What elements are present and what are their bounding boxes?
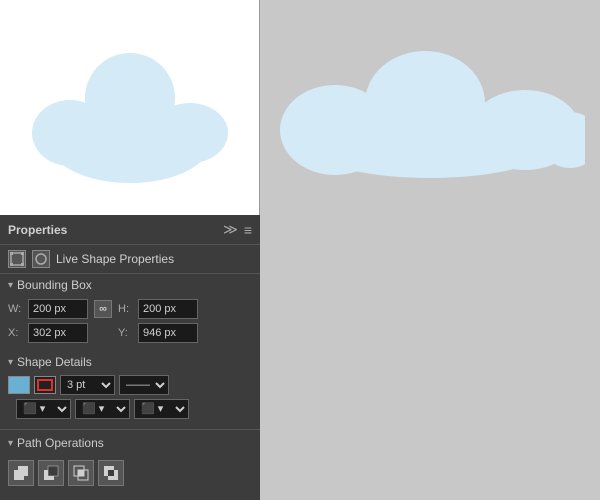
stroke-inner: [37, 379, 53, 391]
x-input[interactable]: [28, 323, 88, 343]
align-row: ⬛ ▾ ⬛ ▾ ⬛ ▾: [8, 399, 252, 423]
panel-title: Properties: [8, 223, 67, 237]
y-label: Y:: [118, 327, 132, 339]
stroke-weight-select[interactable]: 3 pt: [60, 375, 115, 395]
path-operations-label: Path Operations: [17, 436, 104, 450]
canvas-left: [0, 0, 260, 215]
shape-mode-icon[interactable]: [32, 250, 50, 268]
link-wh-icon[interactable]: ∞: [94, 300, 112, 318]
h-input[interactable]: [138, 299, 198, 319]
live-shape-label: Live Shape Properties: [56, 252, 174, 266]
shape-details-arrow: ▾: [8, 357, 13, 368]
stroke-color-swatch[interactable]: [34, 376, 56, 394]
xy-row: X: Y:: [8, 323, 252, 343]
path-ops-buttons: [8, 457, 252, 489]
stroke-type-select[interactable]: —————: [119, 375, 169, 395]
h-label: H:: [118, 303, 132, 315]
cloud-left: [30, 28, 230, 188]
path-operations-section: [0, 454, 260, 492]
align-select-2[interactable]: ⬛ ▾: [75, 399, 130, 419]
wh-row: W: ∞ H:: [8, 299, 252, 319]
bounding-box-label: Bounding Box: [17, 278, 92, 292]
bounding-box-arrow: ▾: [8, 280, 13, 291]
panel-header-icons: ≫ ≡: [223, 221, 252, 238]
path-subtract-button[interactable]: [38, 460, 64, 486]
shape-details-header[interactable]: ▾ Shape Details: [0, 351, 260, 373]
w-label: W:: [8, 303, 22, 315]
cloud-right: [275, 35, 585, 180]
divider: [0, 429, 260, 430]
path-operations-header[interactable]: ▾ Path Operations: [0, 432, 260, 454]
x-label: X:: [8, 327, 22, 339]
w-input[interactable]: [28, 299, 88, 319]
path-operations-arrow: ▾: [8, 438, 13, 449]
panel-header: Properties ≫ ≡: [0, 215, 260, 245]
path-exclude-button[interactable]: [98, 460, 124, 486]
transform-icon[interactable]: [8, 250, 26, 268]
properties-panel: Properties ≫ ≡ Live Shape Properties ▾ B…: [0, 215, 260, 500]
y-input[interactable]: [138, 323, 198, 343]
path-intersect-button[interactable]: [68, 460, 94, 486]
live-shape-row: Live Shape Properties: [0, 245, 260, 274]
fill-color-swatch[interactable]: [8, 376, 30, 394]
expand-icon[interactable]: ≫: [223, 221, 238, 238]
fill-stroke-row: 3 pt —————: [8, 375, 252, 395]
shape-details-label: Shape Details: [17, 355, 92, 369]
menu-icon[interactable]: ≡: [244, 222, 252, 238]
shape-details-section: 3 pt ————— ⬛ ▾ ⬛ ▾ ⬛ ▾: [0, 373, 260, 427]
align-select-3[interactable]: ⬛ ▾: [134, 399, 189, 419]
align-select-1[interactable]: ⬛ ▾: [16, 399, 71, 419]
canvas-right: [260, 0, 600, 215]
path-unite-button[interactable]: [8, 460, 34, 486]
bounding-box-fields: W: ∞ H: X: Y:: [0, 296, 260, 351]
bounding-box-header[interactable]: ▾ Bounding Box: [0, 274, 260, 296]
